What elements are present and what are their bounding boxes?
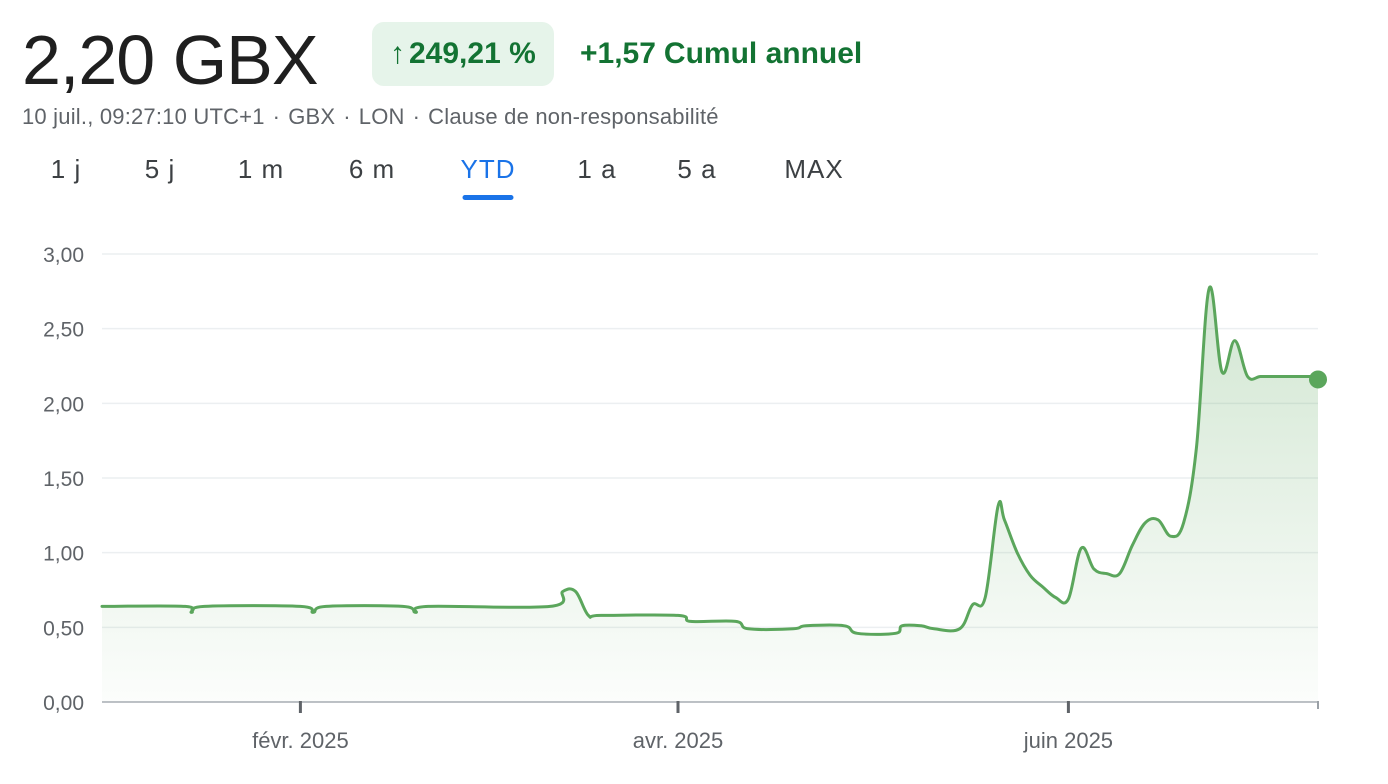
- separator: ·: [272, 104, 281, 129]
- percent-change-value: 249,21 %: [409, 37, 536, 70]
- x-tick-label: juin 2025: [1023, 728, 1113, 753]
- tab-1d[interactable]: 1 j: [51, 154, 81, 198]
- currency-label: GBX: [288, 104, 336, 129]
- y-tick-label: 3,00: [43, 244, 84, 267]
- y-tick-label: 0,50: [43, 617, 84, 640]
- tab-6m[interactable]: 6 m: [349, 154, 395, 198]
- x-tick-label: févr. 2025: [252, 728, 349, 753]
- x-axis: févr. 2025 avr. 2025 juin 2025: [252, 701, 1319, 753]
- separator: ·: [412, 104, 421, 129]
- tab-ytd[interactable]: YTD: [461, 154, 516, 200]
- last-price-point[interactable]: [1309, 370, 1327, 389]
- tab-1m[interactable]: 1 m: [238, 154, 284, 198]
- absolute-change: +1,57 Cumul annuel: [580, 34, 862, 74]
- absolute-change-value: +1,57: [580, 37, 656, 70]
- y-tick-label: 1,50: [43, 468, 84, 491]
- y-tick-label: 1,00: [43, 543, 84, 566]
- separator: ·: [343, 104, 351, 129]
- quote-meta: 10 juil., 09:27:10 UTC+1 · GBX · LON · Clause …: [22, 104, 719, 130]
- exchange-label: LON: [358, 104, 405, 129]
- timestamp: 10 juil., 09:27:10 UTC+1: [22, 104, 265, 129]
- y-tick-label: 2,00: [43, 393, 84, 416]
- y-tick-label: 2,50: [43, 319, 84, 342]
- arrow-up-icon: ↑: [390, 37, 405, 70]
- disclaimer-link[interactable]: Clause de non-responsabilité: [428, 104, 719, 129]
- quote-header: 2,20 GBX ↑ 249,21 % +1,57 Cumul annuel: [22, 14, 1368, 104]
- price-area: [102, 286, 1318, 702]
- y-tick-label: 0,00: [43, 692, 84, 715]
- percent-change-badge: ↑ 249,21 %: [372, 22, 554, 86]
- current-price: 2,20 GBX: [22, 21, 319, 99]
- tab-max[interactable]: MAX: [784, 154, 843, 198]
- tab-5d[interactable]: 5 j: [145, 154, 175, 198]
- y-axis: 0,00 0,50 1,00 1,50 2,00 2,50 3,00: [43, 244, 84, 715]
- change-period-label: Cumul annuel: [663, 37, 863, 70]
- price-chart[interactable]: 0,00 0,50 1,00 1,50 2,00 2,50 3,00 févr. 2025 a…: [0, 220, 1388, 784]
- tab-1y[interactable]: 1 a: [577, 154, 616, 198]
- tab-5y[interactable]: 5 a: [677, 154, 716, 198]
- x-tick-label: avr. 2025: [633, 728, 724, 753]
